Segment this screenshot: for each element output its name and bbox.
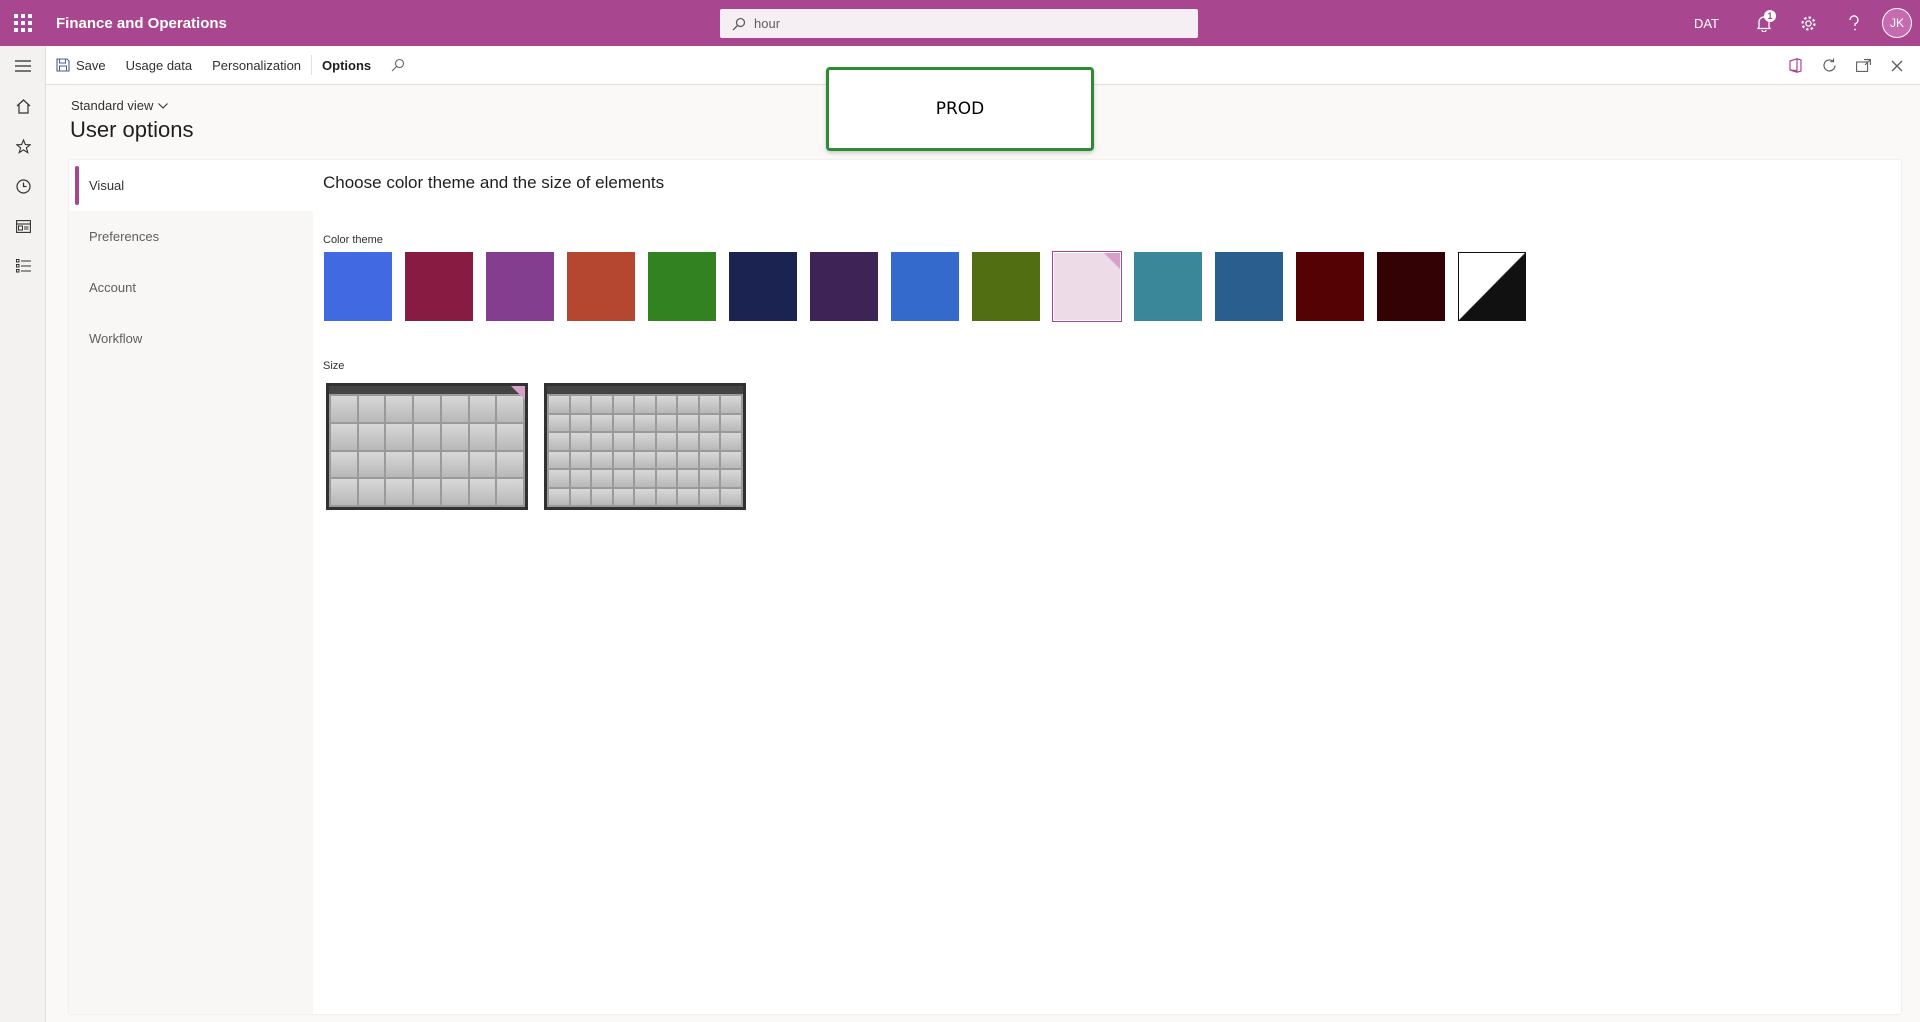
list-icon — [15, 259, 31, 273]
view-selector-label: Standard view — [71, 98, 154, 113]
color-swatch[interactable] — [404, 251, 474, 322]
open-new-window-button[interactable] — [1846, 46, 1880, 85]
color-swatch-fill — [891, 252, 959, 321]
color-swatch[interactable] — [566, 251, 636, 322]
vertical-tabs: Visual Preferences Account Workflow — [69, 160, 313, 1014]
selected-corner-marker — [1104, 253, 1120, 269]
color-theme-label: Color theme — [323, 234, 383, 246]
options-tab[interactable]: Options — [312, 46, 381, 85]
clock-icon — [15, 178, 31, 194]
help-button[interactable] — [1831, 0, 1876, 46]
tab-workflow[interactable]: Workflow — [69, 313, 313, 364]
color-swatch-fill — [729, 252, 797, 321]
page-title: User options — [70, 117, 194, 142]
color-swatch-fill — [324, 252, 392, 321]
color-swatch[interactable] — [890, 251, 960, 322]
workspaces-button[interactable] — [0, 206, 46, 246]
size-preview-header — [547, 386, 743, 394]
company-picker[interactable]: DAT — [1694, 16, 1719, 31]
options-card: Visual Preferences Account Workflow Choo… — [69, 160, 1901, 1014]
gear-icon — [1801, 15, 1816, 31]
recent-button[interactable] — [0, 166, 46, 206]
home-icon — [16, 98, 30, 114]
size-label: Size — [323, 360, 345, 372]
color-swatch[interactable] — [1214, 251, 1284, 322]
left-nav-rail — [0, 46, 46, 1022]
usage-data-button[interactable]: Usage data — [116, 46, 203, 85]
color-swatch[interactable] — [323, 251, 393, 322]
color-swatch-fill — [1377, 252, 1445, 321]
hamburger-icon — [15, 60, 31, 72]
color-swatch-fill — [648, 252, 716, 321]
save-button[interactable]: Save — [46, 46, 116, 85]
top-nav-bar: Finance and Operations hour DAT 1 JK — [0, 0, 1920, 46]
panel-heading: Choose color theme and the size of eleme… — [323, 173, 665, 192]
color-swatch-fill — [810, 252, 878, 321]
color-swatch-fill — [1054, 253, 1120, 320]
favorites-button[interactable] — [0, 126, 46, 166]
chevron-down-icon — [158, 102, 169, 109]
tab-visual[interactable]: Visual — [69, 160, 313, 211]
notifications-button[interactable]: 1 — [1741, 0, 1786, 46]
refresh-icon — [1822, 58, 1836, 72]
office-button[interactable] — [1778, 46, 1812, 85]
home-button[interactable] — [0, 86, 46, 126]
search-value: hour — [754, 16, 781, 31]
color-swatch[interactable] — [1295, 251, 1365, 322]
office-icon — [1788, 58, 1802, 73]
color-swatch[interactable] — [1376, 251, 1446, 322]
color-swatch-fill — [1458, 252, 1526, 321]
question-icon — [1848, 14, 1859, 30]
size-picker — [326, 383, 762, 510]
color-swatch-fill — [1134, 252, 1202, 321]
color-swatch-fill — [405, 252, 473, 321]
save-icon — [56, 58, 70, 72]
color-swatch[interactable] — [647, 251, 717, 322]
color-swatch-fill — [1296, 252, 1364, 321]
settings-button[interactable] — [1786, 0, 1831, 46]
search-input[interactable]: hour — [720, 9, 1198, 38]
app-title[interactable]: Finance and Operations — [56, 15, 227, 32]
action-search-button[interactable] — [381, 46, 421, 85]
size-preview-grid — [331, 396, 523, 505]
visual-panel: Choose color theme and the size of eleme… — [323, 160, 1901, 1014]
color-swatch-fill — [567, 252, 635, 321]
modules-button[interactable] — [0, 246, 46, 286]
color-swatch[interactable] — [1133, 251, 1203, 322]
size-preview-grid — [549, 396, 741, 505]
color-swatch-fill — [486, 252, 554, 321]
environment-banner: PROD — [826, 67, 1094, 151]
color-swatch[interactable] — [1052, 251, 1122, 322]
color-swatch[interactable] — [485, 251, 555, 322]
selected-corner-marker — [511, 386, 525, 400]
search-icon — [391, 58, 405, 72]
close-button[interactable] — [1880, 46, 1914, 85]
size-option-dense[interactable] — [544, 383, 746, 510]
star-icon — [15, 138, 31, 154]
color-swatch[interactable] — [809, 251, 879, 322]
color-swatch-fill — [1215, 252, 1283, 321]
close-icon — [1891, 60, 1903, 71]
tab-preferences[interactable]: Preferences — [69, 211, 313, 262]
color-swatch-fill — [972, 252, 1040, 321]
size-preview-header — [329, 386, 525, 394]
search-icon — [732, 17, 746, 30]
notification-badge: 1 — [1764, 10, 1776, 22]
color-theme-picker — [323, 251, 1538, 322]
popout-icon — [1855, 59, 1871, 72]
refresh-button[interactable] — [1812, 46, 1846, 85]
tab-account[interactable]: Account — [69, 262, 313, 313]
workspace-icon — [15, 219, 31, 233]
color-swatch[interactable] — [971, 251, 1041, 322]
app-launcher-icon[interactable] — [0, 0, 46, 46]
save-label: Save — [76, 57, 106, 73]
color-swatch[interactable] — [728, 251, 798, 322]
expand-nav-button[interactable] — [0, 46, 46, 86]
personalization-button[interactable]: Personalization — [202, 46, 311, 85]
color-swatch[interactable] — [1457, 251, 1527, 322]
user-avatar[interactable]: JK — [1882, 8, 1912, 38]
view-selector[interactable]: Standard view — [71, 98, 169, 113]
size-option-normal[interactable] — [326, 383, 528, 510]
